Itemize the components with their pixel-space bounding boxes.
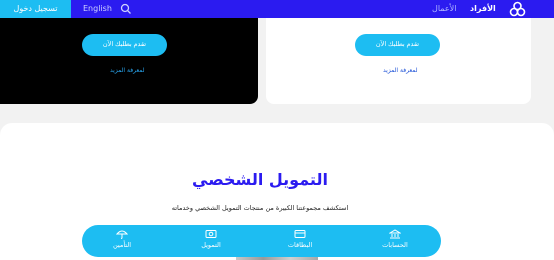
bottom-nav-accounts[interactable]: الحسابات	[365, 229, 425, 249]
search-icon[interactable]	[120, 3, 132, 15]
bottom-nav-finance[interactable]: التمويل	[181, 229, 241, 249]
bottom-nav: التأمين التمويل البطاقات الحسابات	[82, 225, 441, 257]
learn-more-link[interactable]: لمعرفة المزيد	[110, 67, 145, 74]
bank-icon	[389, 229, 401, 239]
top-nav-bar: تسجيل دخول English الأعمال الأفراد	[0, 0, 554, 18]
bottom-nav-label: الحسابات	[382, 241, 408, 249]
card-icon	[294, 230, 306, 238]
learn-more-link[interactable]: لمعرفة المزيد	[383, 67, 418, 74]
nav-business[interactable]: الأعمال	[432, 0, 456, 18]
language-switch[interactable]: English	[83, 0, 112, 18]
apply-now-button[interactable]: تقدم بطلبك الآن	[355, 34, 440, 56]
bottom-nav-label: البطاقات	[287, 241, 313, 249]
promo-card-dark: تقدم بطلبك الآن لمعرفة المزيد	[0, 18, 258, 104]
logo-icon[interactable]	[509, 1, 526, 17]
umbrella-icon	[116, 230, 128, 239]
section-subtitle: استكشف مجموعتنا الكبيرة من منتجات التموي…	[171, 204, 349, 212]
finance-icon	[205, 230, 217, 238]
promo-card-light: تقدم بطلبك الآن لمعرفة المزيد	[266, 18, 531, 104]
bottom-nav-label: التأمين	[112, 241, 132, 249]
bottom-nav-label: التمويل	[201, 241, 221, 249]
bottom-nav-cards[interactable]: البطاقات	[270, 229, 330, 249]
login-button[interactable]: تسجيل دخول	[0, 0, 71, 18]
section-title: التمويل الشخصي	[192, 170, 328, 189]
bottom-nav-insurance[interactable]: التأمين	[92, 229, 152, 249]
apply-now-button[interactable]: تقدم بطلبك الآن	[82, 34, 167, 56]
nav-individuals[interactable]: الأفراد	[470, 0, 496, 18]
